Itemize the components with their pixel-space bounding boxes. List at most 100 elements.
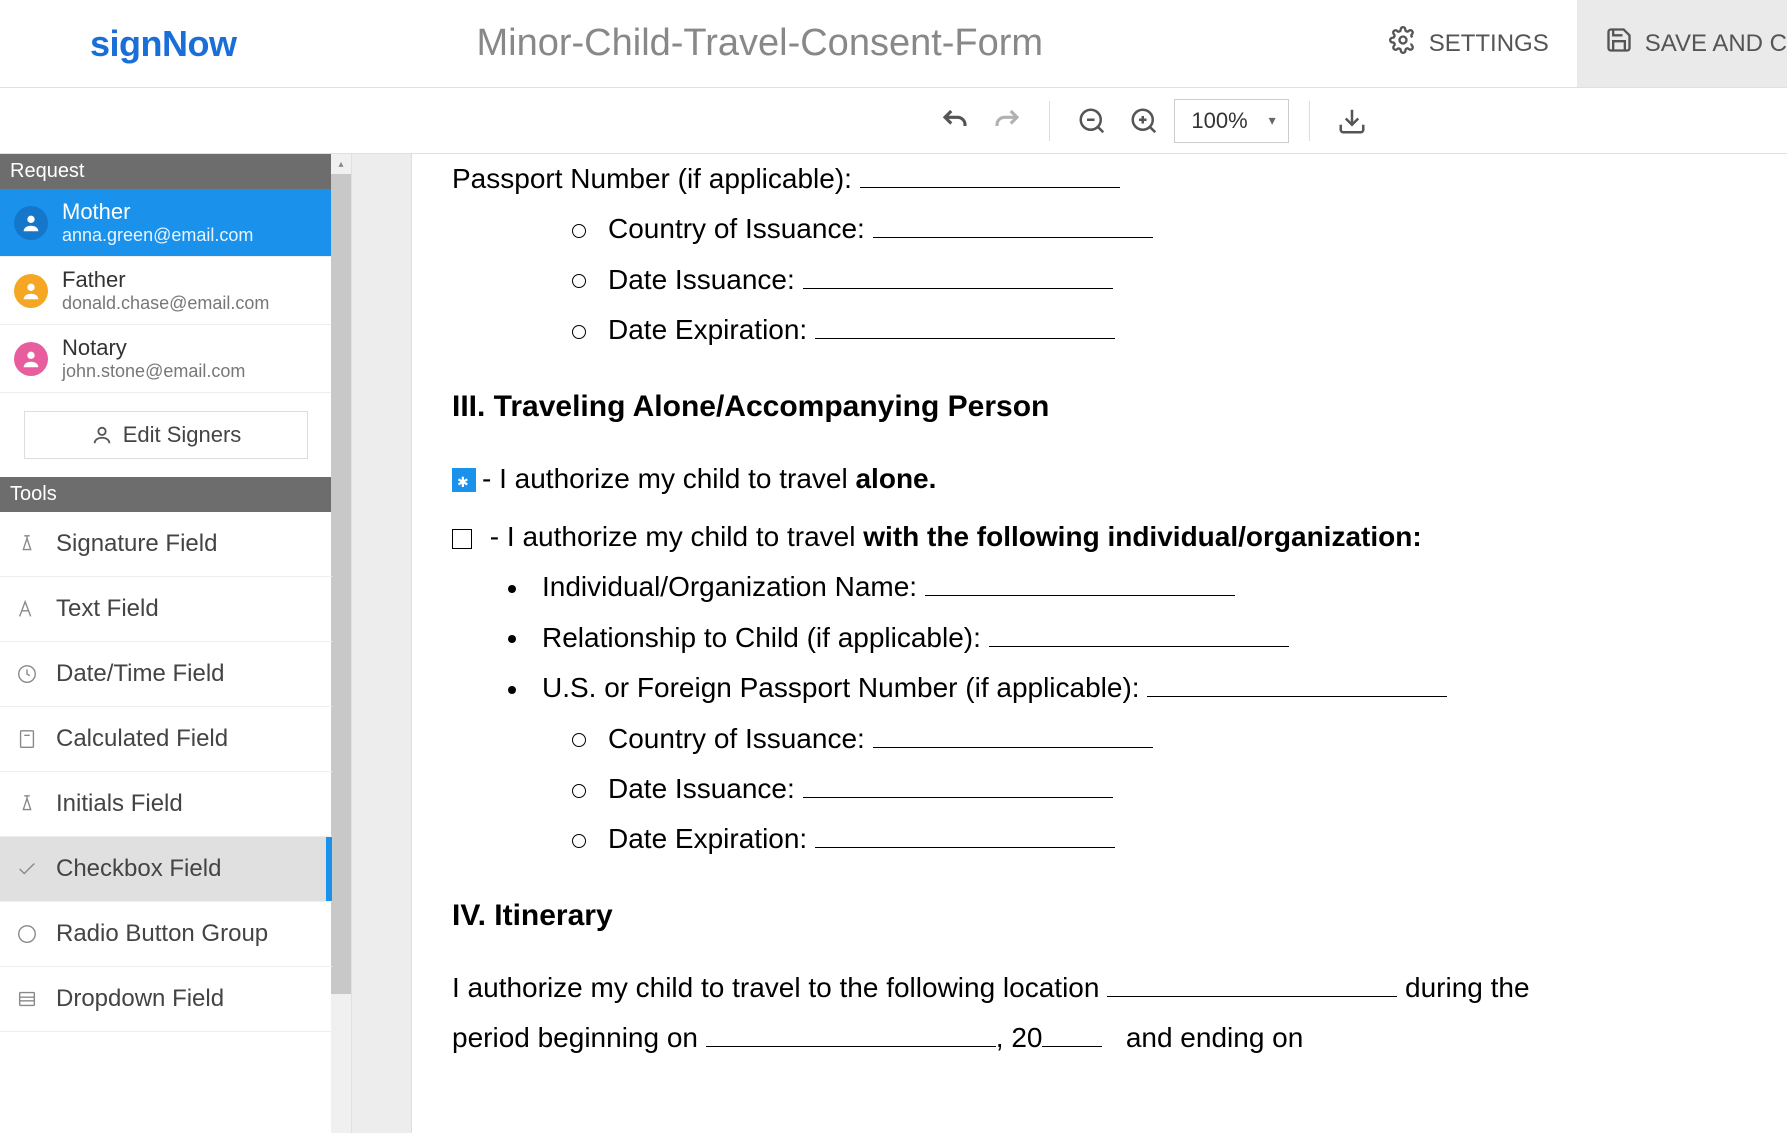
zoom-in-button[interactable] (1122, 99, 1166, 143)
checkbox-field-placed[interactable] (452, 468, 476, 492)
download-button[interactable] (1330, 99, 1374, 143)
radio-icon (14, 921, 40, 947)
circle-bullet (572, 834, 586, 848)
blank-line (925, 595, 1235, 596)
section-heading: III. Traveling Alone/Accompanying Person (452, 390, 1747, 424)
dot-bullet (508, 585, 516, 593)
save-icon (1605, 26, 1633, 61)
check-icon (14, 856, 40, 882)
save-label: SAVE AND C (1645, 30, 1787, 58)
blank-line (1147, 696, 1447, 697)
avatar-icon (14, 206, 48, 240)
separator (1049, 101, 1050, 141)
dropdown-icon (14, 986, 40, 1012)
field-label: Country of Issuance: (608, 213, 865, 244)
edit-signers-button[interactable]: Edit Signers (24, 411, 308, 459)
tool-label: Calculated Field (56, 725, 228, 753)
tool-label: Date/Time Field (56, 660, 225, 688)
tool-signature-field[interactable]: Signature Field (0, 512, 332, 577)
document-area[interactable]: Passport Number (if applicable): Country… (352, 154, 1787, 1133)
circle-bullet (572, 733, 586, 747)
signer-notary[interactable]: Notary john.stone@email.com (0, 325, 332, 393)
calculator-icon (14, 726, 40, 752)
text: I authorize my child to travel to the fo… (452, 972, 1099, 1003)
save-button[interactable]: SAVE AND C (1577, 0, 1787, 87)
blank-line (706, 1046, 996, 1047)
document-toolbar: 100% (0, 88, 1787, 154)
settings-button[interactable]: SETTINGS (1361, 0, 1577, 87)
blank-line (873, 237, 1153, 238)
field-label: Date Issuance: (608, 773, 795, 804)
person-icon (91, 424, 113, 446)
tool-text-field[interactable]: Text Field (0, 577, 332, 642)
sidebar: ▴ Request Mother anna.green@email.com Fa… (0, 154, 352, 1133)
edit-signers-label: Edit Signers (123, 422, 242, 448)
signer-email: john.stone@email.com (62, 361, 245, 382)
field-label: Date Expiration: (608, 823, 807, 854)
field-label: Date Expiration: (608, 314, 807, 345)
tool-label: Dropdown Field (56, 985, 224, 1013)
tool-calculated-field[interactable]: Calculated Field (0, 707, 332, 772)
signer-name: Father (62, 267, 269, 293)
redo-button[interactable] (985, 99, 1029, 143)
blank-line (815, 847, 1115, 848)
field-label: Country of Issuance: (608, 723, 865, 754)
tool-radio-button-group[interactable]: Radio Button Group (0, 902, 332, 967)
field-label: Individual/Organization Name: (542, 571, 917, 602)
signature-icon (14, 531, 40, 557)
document-page[interactable]: Passport Number (if applicable): Country… (412, 154, 1787, 1133)
tool-label: Text Field (56, 595, 159, 623)
circle-bullet (572, 274, 586, 288)
separator (1309, 101, 1310, 141)
text: - I authorize my child to travel (482, 521, 863, 552)
blank-line (1107, 996, 1397, 997)
blank-line (860, 187, 1120, 188)
zoom-out-button[interactable] (1070, 99, 1114, 143)
document-title[interactable]: Minor-Child-Travel-Consent-Form (477, 22, 1044, 65)
checkbox-empty (452, 529, 472, 549)
initials-icon (14, 791, 40, 817)
circle-bullet (572, 325, 586, 339)
field-label: Date Issuance: (608, 264, 795, 295)
blank-line (803, 288, 1113, 289)
avatar-icon (14, 274, 48, 308)
logo: signNow (90, 23, 237, 65)
circle-bullet (572, 224, 586, 238)
text: and ending on (1126, 1022, 1304, 1053)
circle-bullet (572, 784, 586, 798)
tool-checkbox-field[interactable]: Checkbox Field (0, 837, 332, 902)
clock-icon (14, 661, 40, 687)
tool-label: Checkbox Field (56, 855, 221, 883)
dot-bullet (508, 686, 516, 694)
field-label: U.S. or Foreign Passport Number (if appl… (542, 672, 1140, 703)
settings-label: SETTINGS (1429, 30, 1549, 58)
avatar-icon (14, 342, 48, 376)
text: - I authorize my child to travel (482, 463, 855, 494)
scroll-up-arrow[interactable]: ▴ (331, 154, 351, 174)
blank-line (803, 797, 1113, 798)
blank-line (873, 747, 1153, 748)
field-label: Passport Number (if applicable): (452, 163, 852, 194)
scrollbar-thumb[interactable] (331, 174, 351, 994)
blank-line (989, 646, 1289, 647)
signer-name: Notary (62, 335, 245, 361)
zoom-select[interactable]: 100% (1174, 99, 1288, 143)
blank-line (815, 338, 1115, 339)
request-header: Request (0, 154, 332, 189)
field-label: Relationship to Child (if applicable): (542, 622, 981, 653)
tool-label: Radio Button Group (56, 920, 268, 948)
tool-label: Signature Field (56, 530, 217, 558)
tool-initials-field[interactable]: Initials Field (0, 772, 332, 837)
tool-datetime-field[interactable]: Date/Time Field (0, 642, 332, 707)
tool-label: Initials Field (56, 790, 183, 818)
section-heading: IV. Itinerary (452, 899, 1747, 933)
app-header: signNow Minor-Child-Travel-Consent-Form … (0, 0, 1787, 88)
undo-button[interactable] (933, 99, 977, 143)
signer-name: Mother (62, 199, 253, 225)
blank-line (1042, 1046, 1102, 1047)
signer-father[interactable]: Father donald.chase@email.com (0, 257, 332, 325)
gear-icon (1389, 26, 1417, 61)
signer-mother[interactable]: Mother anna.green@email.com (0, 189, 332, 257)
tool-dropdown-field[interactable]: Dropdown Field (0, 967, 332, 1032)
dot-bullet (508, 635, 516, 643)
